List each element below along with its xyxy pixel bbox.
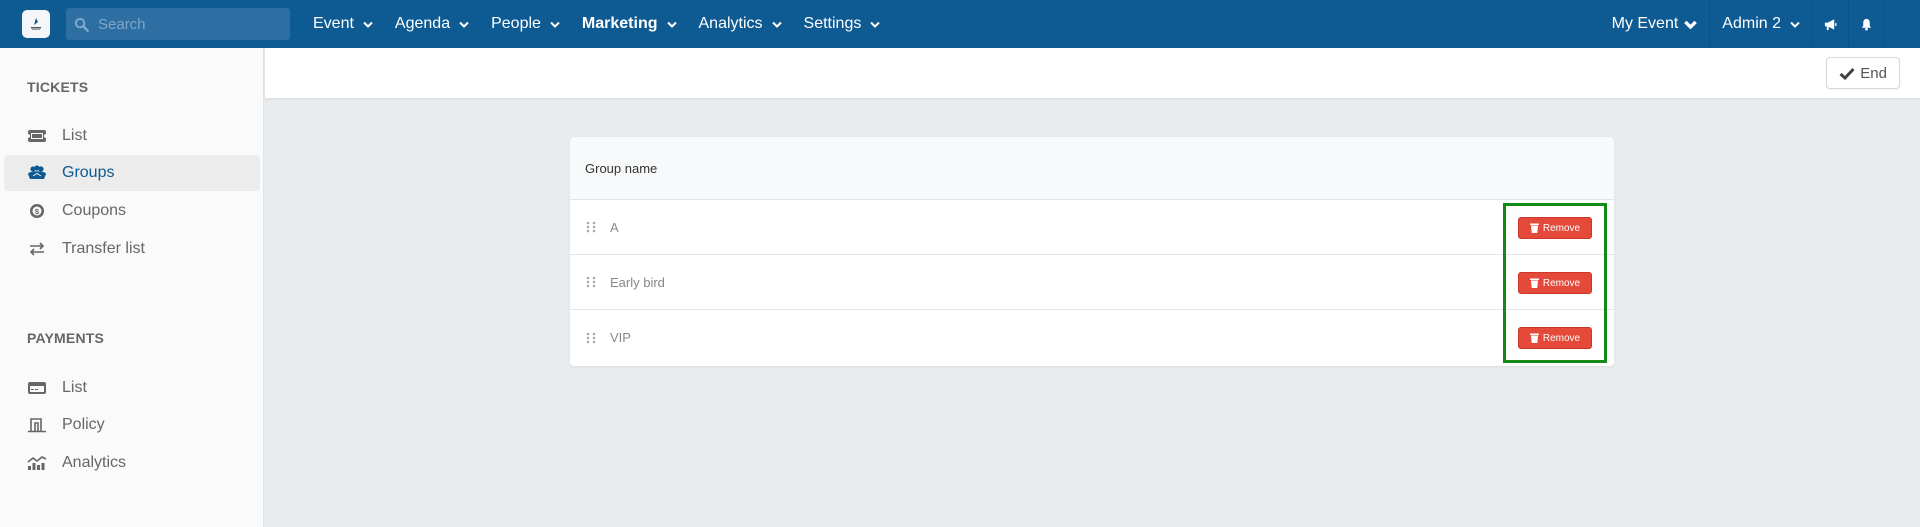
column-header-group-name: Group name	[585, 160, 658, 176]
search-input[interactable]	[98, 15, 278, 33]
table-row: Early bird Remove	[570, 255, 1614, 310]
chevron-down-icon	[1790, 21, 1800, 28]
table-row: VIP Remove	[570, 310, 1614, 365]
sidebar-item-label: List	[62, 379, 87, 396]
sidebar-item-payments-list[interactable]: List	[4, 370, 260, 406]
drag-handle-icon[interactable]	[586, 276, 596, 288]
app-logo[interactable]	[22, 10, 50, 38]
search-icon	[74, 17, 89, 32]
trash-icon	[1529, 278, 1539, 288]
nav-label: Analytics	[698, 15, 763, 32]
navbar-spacer	[1884, 0, 1920, 48]
right-nav: My Event Admin 2	[1600, 0, 1920, 48]
notifications-button[interactable]	[1848, 0, 1884, 48]
groups-table: Group name A Remove Early bird Remove VI…	[570, 137, 1614, 366]
sidebar-item-coupons[interactable]: $ Coupons	[4, 193, 260, 229]
nav-settings[interactable]: Settings	[793, 0, 892, 48]
ticket-icon	[26, 127, 48, 145]
nav-label: People	[491, 15, 541, 32]
nav-label: Settings	[803, 15, 862, 32]
user-menu[interactable]: Admin 2	[1709, 0, 1812, 48]
remove-button[interactable]: Remove	[1518, 272, 1592, 294]
sidebar-item-groups[interactable]: Groups	[4, 155, 260, 191]
sidebar-item-policy[interactable]: Policy	[4, 407, 260, 443]
page-header: End	[265, 48, 1920, 98]
logo-icon	[31, 18, 41, 30]
remove-button-label: Remove	[1542, 332, 1581, 344]
chevron-down-icon	[1684, 20, 1698, 29]
main-nav: Event Agenda People Marketing Analytics …	[302, 0, 891, 48]
table-header: Group name	[570, 137, 1614, 200]
announcements-button[interactable]	[1812, 0, 1848, 48]
group-name: Early bird	[610, 274, 665, 290]
nav-label: Event	[313, 15, 354, 32]
sidebar-item-label: List	[62, 127, 87, 144]
analytics-icon	[26, 454, 48, 472]
section-title-payments: PAYMENTS	[27, 330, 105, 346]
table-row: A Remove	[570, 200, 1614, 255]
trash-icon	[1529, 223, 1539, 233]
drag-handle-icon[interactable]	[586, 332, 596, 344]
sidebar-item-tickets-list[interactable]: List	[4, 118, 260, 154]
remove-button-label: Remove	[1542, 222, 1581, 234]
check-icon	[1839, 67, 1855, 80]
nav-event[interactable]: Event	[302, 0, 384, 48]
event-selector[interactable]: My Event	[1600, 0, 1710, 48]
chevron-down-icon	[363, 21, 373, 28]
nav-analytics[interactable]: Analytics	[688, 0, 793, 48]
sidebar-item-label: Coupons	[62, 202, 127, 219]
trash-icon	[1529, 333, 1539, 343]
coupon-icon: $	[26, 202, 48, 220]
nav-label: Agenda	[394, 15, 451, 32]
end-button-label: End	[1860, 64, 1887, 82]
group-name: VIP	[610, 330, 631, 345]
chevron-down-icon	[771, 21, 782, 28]
nav-agenda[interactable]: Agenda	[384, 0, 480, 48]
policy-icon	[26, 416, 48, 434]
user-menu-label: Admin 2	[1722, 15, 1781, 32]
credit-card-icon	[26, 379, 48, 397]
drag-handle-icon[interactable]	[586, 221, 596, 233]
nav-label: Marketing	[581, 15, 658, 32]
remove-button[interactable]: Remove	[1518, 217, 1592, 239]
nav-people[interactable]: People	[480, 0, 571, 48]
sidebar-item-label: Analytics	[62, 454, 127, 471]
top-navbar: Event Agenda People Marketing Analytics …	[0, 0, 1920, 48]
sidebar-item-label: Transfer list	[62, 240, 145, 257]
group-icon	[26, 164, 48, 182]
remove-button-label: Remove	[1542, 277, 1581, 289]
chevron-down-icon	[666, 21, 677, 28]
sidebar-item-payments-analytics[interactable]: Analytics	[4, 445, 260, 481]
event-selector-label: My Event	[1611, 15, 1679, 32]
chevron-down-icon	[870, 21, 881, 28]
bell-icon	[1861, 18, 1872, 31]
sidebar-item-label: Policy	[62, 416, 105, 433]
megaphone-icon	[1824, 18, 1837, 30]
search-box[interactable]	[66, 8, 290, 40]
transfer-icon	[26, 240, 48, 258]
sidebar: TICKETS List Groups $ Coupons Transfer l…	[0, 48, 264, 527]
chevron-down-icon	[550, 21, 560, 28]
remove-button[interactable]: Remove	[1518, 327, 1592, 349]
nav-marketing[interactable]: Marketing	[571, 0, 688, 48]
section-title-tickets: TICKETS	[27, 79, 89, 95]
group-name: A	[610, 219, 619, 235]
end-button[interactable]: End	[1826, 57, 1900, 89]
sidebar-item-transfer-list[interactable]: Transfer list	[4, 231, 260, 267]
chevron-down-icon	[459, 21, 469, 28]
sidebar-item-label: Groups	[62, 164, 115, 181]
